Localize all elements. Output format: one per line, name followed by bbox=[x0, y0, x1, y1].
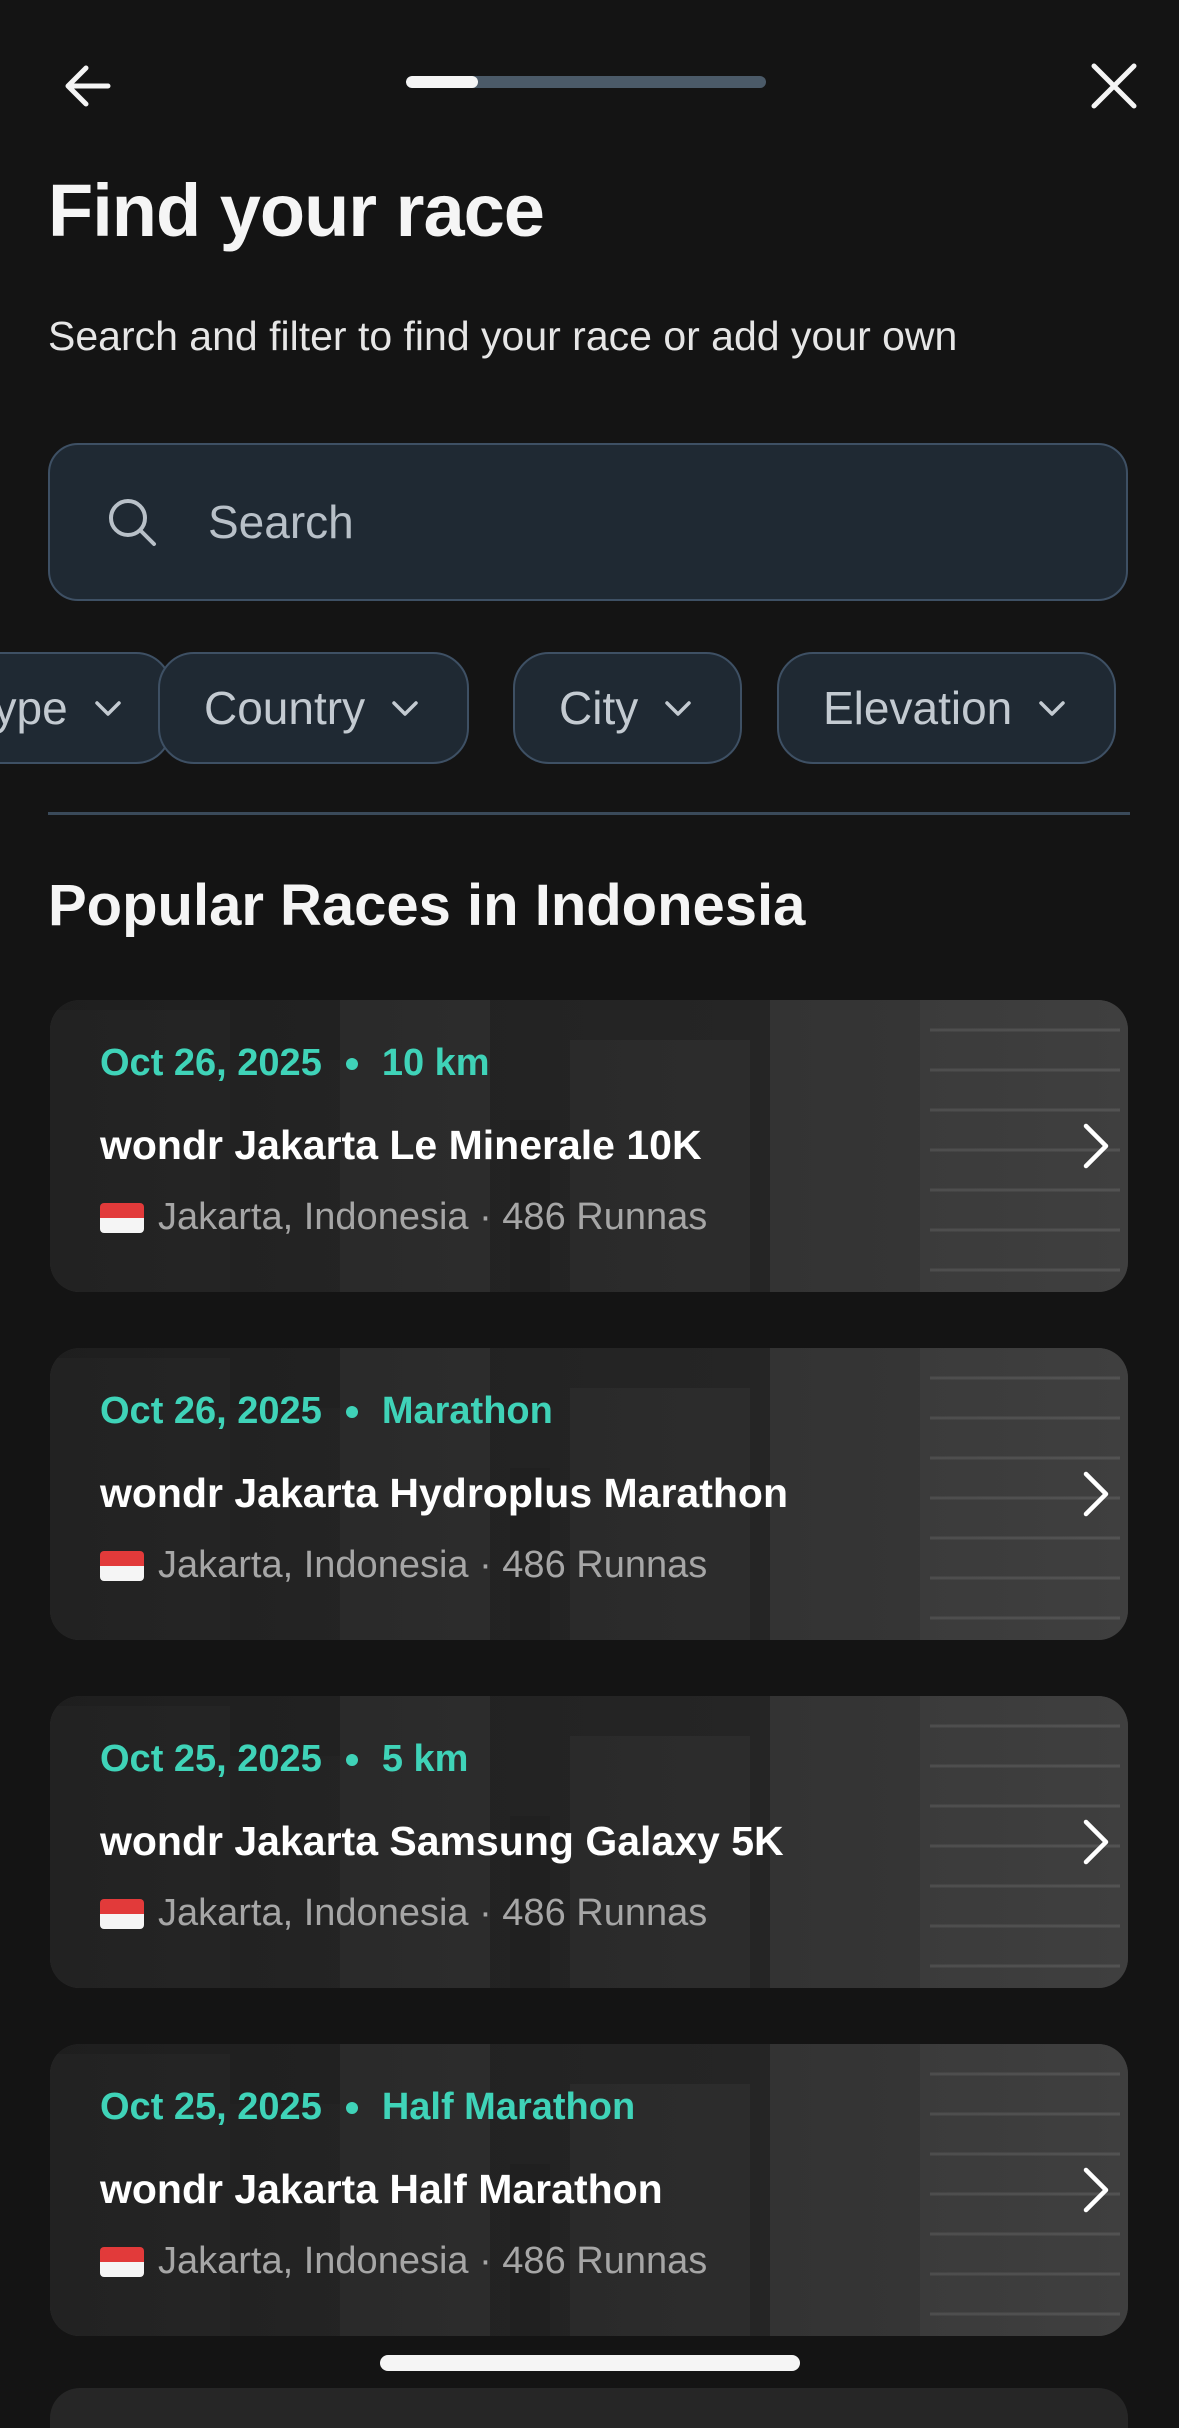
chevron-down-icon bbox=[665, 701, 691, 716]
indonesia-flag-icon bbox=[100, 1202, 144, 1233]
race-location-text: Jakarta, Indonesia · 486 Runnas bbox=[158, 1544, 708, 1586]
race-location: Jakarta, Indonesia · 486 Runnas bbox=[100, 2240, 707, 2283]
filter-chip-label: Elevation bbox=[823, 682, 1013, 734]
chevron-right-icon bbox=[1083, 1819, 1109, 1865]
race-location-text: Jakarta, Indonesia · 486 Runnas bbox=[158, 2240, 708, 2282]
race-card[interactable]: Oct 25, 2025 Half Marathon wondr Jakarta… bbox=[50, 2044, 1128, 2336]
race-meta: Oct 26, 2025 10 km bbox=[100, 1042, 490, 1085]
race-location: Jakarta, Indonesia · 486 Runnas bbox=[100, 1892, 707, 1935]
race-meta: Oct 26, 2025 Marathon bbox=[100, 1390, 553, 1433]
filter-chip-label: Type bbox=[0, 682, 68, 734]
close-icon bbox=[1091, 63, 1137, 109]
filter-chip-row[interactable]: Type Country City Elevation bbox=[0, 652, 1179, 764]
progress-fill bbox=[406, 76, 478, 88]
search-icon bbox=[109, 499, 156, 546]
race-location-text: Jakarta, Indonesia · 486 Runnas bbox=[158, 1892, 708, 1934]
race-distance: Marathon bbox=[381, 1390, 553, 1432]
race-location-text: Jakarta, Indonesia · 486 Runnas bbox=[158, 1196, 708, 1238]
divider bbox=[48, 812, 1130, 815]
chevron-down-icon bbox=[94, 701, 121, 716]
separator-dot bbox=[345, 2101, 358, 2114]
race-card[interactable]: Oct 26, 2025 10 km wondr Jakarta Le Mine… bbox=[50, 1000, 1128, 1292]
race-name: wondr Jakarta Hydroplus Marathon bbox=[100, 1470, 789, 1516]
race-location: Jakarta, Indonesia · 486 Runnas bbox=[100, 1544, 707, 1587]
race-date: Oct 26, 2025 bbox=[100, 1042, 322, 1084]
race-date: Oct 26, 2025 bbox=[100, 1390, 322, 1432]
separator-dot bbox=[345, 1405, 358, 1418]
race-meta: Oct 25, 2025 5 km bbox=[100, 1738, 468, 1781]
chevron-down-icon bbox=[1039, 701, 1065, 716]
separator-dot bbox=[345, 1753, 358, 1766]
race-name: wondr Jakarta Le Minerale 10K bbox=[100, 1122, 702, 1168]
chevron-right-icon bbox=[1083, 2167, 1109, 2213]
chevron-down-icon bbox=[392, 701, 418, 716]
race-location: Jakarta, Indonesia · 486 Runnas bbox=[100, 1196, 707, 1239]
race-distance: Half Marathon bbox=[381, 2086, 636, 2128]
race-card-partial[interactable] bbox=[50, 2388, 1128, 2428]
back-button[interactable] bbox=[52, 50, 124, 122]
chevron-right-icon bbox=[1083, 1471, 1109, 1517]
page-title: Find your race bbox=[48, 169, 545, 252]
filter-chip-city[interactable]: City bbox=[513, 652, 743, 764]
page-subtitle: Search and filter to find your race or a… bbox=[48, 313, 958, 359]
race-date: Oct 25, 2025 bbox=[100, 2086, 322, 2128]
race-meta: Oct 25, 2025 Half Marathon bbox=[100, 2086, 635, 2129]
indonesia-flag-icon bbox=[100, 1898, 144, 1929]
top-bar bbox=[0, 0, 1179, 170]
search-input[interactable] bbox=[208, 445, 1088, 599]
arrow-left-icon bbox=[65, 65, 111, 107]
search-field[interactable] bbox=[48, 443, 1128, 601]
indonesia-flag-icon bbox=[100, 2246, 144, 2277]
section-title: Popular Races in Indonesia bbox=[48, 873, 806, 938]
filter-chip-country[interactable]: Country bbox=[158, 652, 470, 764]
chevron-right-icon bbox=[1083, 1123, 1109, 1169]
race-card[interactable]: Oct 26, 2025 Marathon wondr Jakarta Hydr… bbox=[50, 1348, 1128, 1640]
filter-chip-label: Country bbox=[204, 682, 366, 734]
onboarding-progress-bar bbox=[406, 76, 766, 88]
filter-chip-elevation[interactable]: Elevation bbox=[777, 652, 1117, 764]
close-button[interactable] bbox=[1078, 50, 1150, 122]
race-name: wondr Jakarta Half Marathon bbox=[100, 2166, 663, 2212]
race-distance: 10 km bbox=[381, 1042, 490, 1084]
race-card[interactable]: Oct 25, 2025 5 km wondr Jakarta Samsung … bbox=[50, 1696, 1128, 1988]
race-distance: 5 km bbox=[381, 1738, 469, 1780]
indonesia-flag-icon bbox=[100, 1550, 144, 1581]
race-date: Oct 25, 2025 bbox=[100, 1738, 322, 1780]
home-indicator[interactable] bbox=[380, 2355, 800, 2371]
filter-chip-label: City bbox=[559, 682, 639, 734]
filter-chip-type[interactable]: Type bbox=[0, 652, 172, 764]
separator-dot bbox=[345, 1057, 358, 1070]
race-name: wondr Jakarta Samsung Galaxy 5K bbox=[100, 1818, 784, 1864]
